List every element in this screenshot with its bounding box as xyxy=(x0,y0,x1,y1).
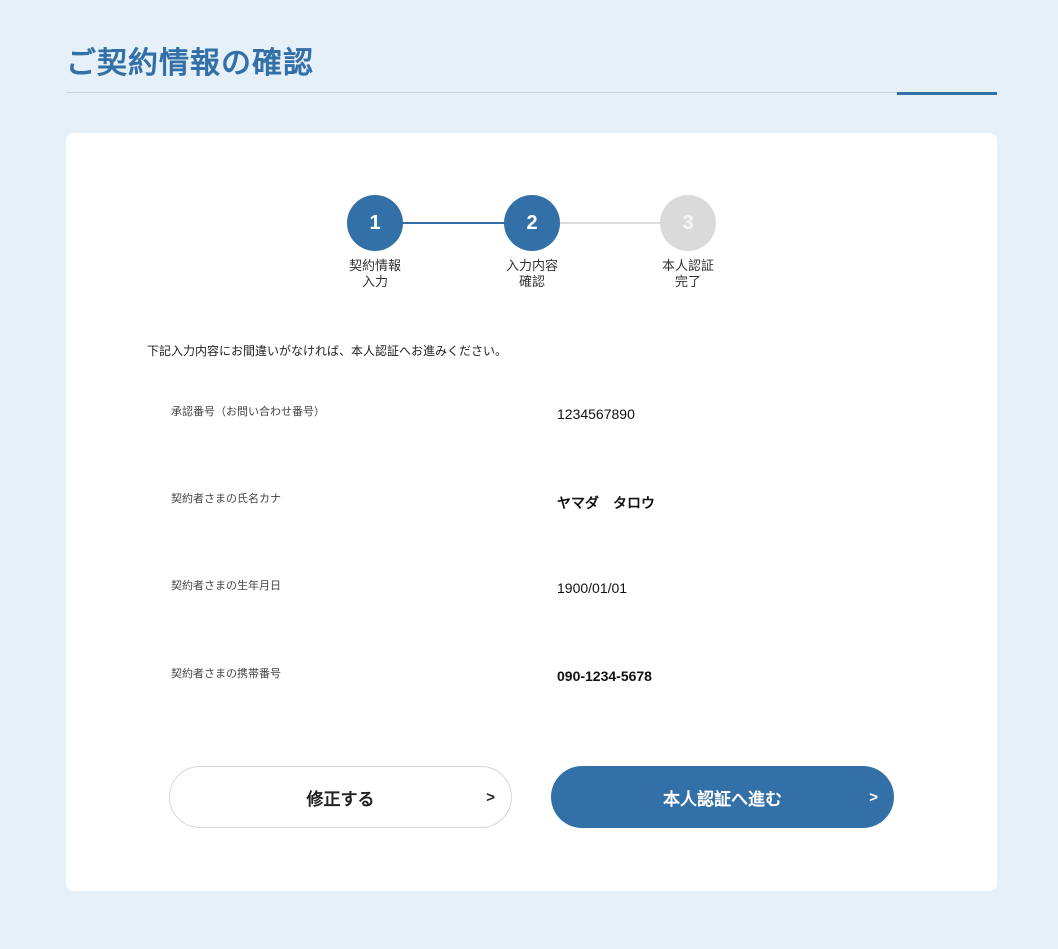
intro-text: 下記入力内容にお間違いがなければ、本人認証へお進みください。 xyxy=(147,344,508,358)
page-title: ご契約情報の確認 xyxy=(66,46,314,81)
step-2-label: 入力内容 確認 xyxy=(505,259,558,290)
detail-value: 1234567890 xyxy=(557,406,635,422)
detail-label: 契約者さまの携帯番号 xyxy=(171,667,281,680)
detail-label: 承認番号（お問い合わせ番号） xyxy=(171,405,325,418)
detail-value: ヤマダ タロウ xyxy=(557,495,655,511)
edit-button-label: 修正する xyxy=(306,789,375,810)
chevron-right-icon: > xyxy=(486,788,495,806)
title-accent-bar xyxy=(897,92,997,95)
title-divider xyxy=(66,92,997,93)
step-3-circle: 3 xyxy=(660,195,716,251)
proceed-to-verification-button[interactable]: 本人認証へ進む > xyxy=(551,766,894,828)
detail-value: 090-1234-5678 xyxy=(557,668,652,684)
chevron-right-icon: > xyxy=(869,788,878,806)
step-2: 2 入力内容 確認 xyxy=(487,195,577,291)
step-1: 1 契約情報 入力 xyxy=(330,195,420,291)
step-1-circle: 1 xyxy=(347,195,403,251)
step-1-label: 契約情報 入力 xyxy=(348,259,401,290)
detail-row-mobile-number: 契約者さまの携帯番号 090-1234-5678 xyxy=(171,665,931,695)
proceed-button-label: 本人認証へ進む xyxy=(663,789,782,810)
step-3-label: 本人認証 完了 xyxy=(661,259,714,290)
detail-row-birthdate: 契約者さまの生年月日 1900/01/01 xyxy=(171,577,931,607)
detail-value: 1900/01/01 xyxy=(557,580,628,596)
detail-row-approval-number: 承認番号（お問い合わせ番号） 1234567890 xyxy=(171,403,931,433)
detail-row-name-kana: 契約者さまの氏名カナ ヤマダ タロウ xyxy=(171,490,931,520)
edit-button[interactable]: 修正する > xyxy=(169,766,512,828)
progress-stepper: 1 契約情報 入力 2 入力内容 確認 3 本人認証 完了 xyxy=(66,133,997,313)
confirmation-card: 1 契約情報 入力 2 入力内容 確認 3 本人認証 完了 下記入力内容にお間違… xyxy=(66,133,997,891)
step-3: 3 本人認証 完了 xyxy=(643,195,733,291)
step-2-circle: 2 xyxy=(504,195,560,251)
detail-label: 契約者さまの生年月日 xyxy=(171,579,281,592)
detail-label: 契約者さまの氏名カナ xyxy=(171,492,281,505)
